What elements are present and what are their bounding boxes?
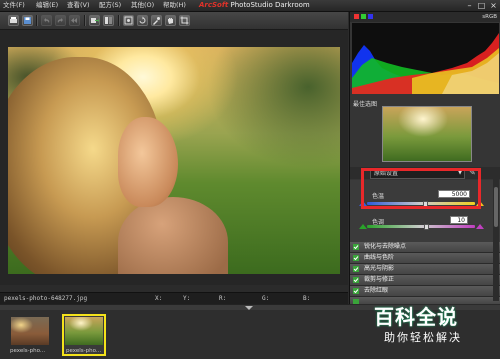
check-icon[interactable] [353, 288, 359, 294]
section-curves-levels[interactable]: 曲线与色阶 ↶ [350, 253, 500, 264]
image-canvas[interactable] [0, 30, 348, 285]
save-icon[interactable] [22, 15, 33, 26]
undo-icon[interactable] [41, 15, 52, 26]
right-panel: sRGB 最佳选图 原始设置 ▼ ✎ 色温 5000 色调 10 锐化与去除噪点… [349, 12, 500, 305]
section-label: 裁剪与修正 [364, 276, 395, 283]
menu-recipe[interactable]: 配方(S) [99, 0, 121, 11]
section-label: 锐化与去除噪点 [364, 243, 407, 250]
color-space-label: sRGB [482, 14, 497, 20]
toolbar [0, 12, 348, 30]
status-filename: pexels-photo-648277.jpg [4, 295, 88, 302]
toolbar-divider [84, 15, 86, 26]
undo-all-icon[interactable] [69, 15, 80, 26]
eyedropper-icon[interactable] [151, 15, 162, 26]
app-brand: ArcSoft [199, 1, 229, 9]
menu-edit[interactable]: 编辑(E) [36, 0, 58, 11]
check-icon[interactable] [353, 244, 359, 250]
histogram-graph [352, 33, 499, 94]
filmstrip-thumb[interactable]: pexels-pho... [8, 314, 52, 356]
section-label: 去除红眼 [364, 287, 389, 294]
section-label: 高光与阴影 [364, 265, 395, 272]
minimize-button[interactable]: – [465, 1, 474, 10]
photo-face-region [118, 117, 178, 207]
main-photo [8, 47, 340, 274]
check-icon[interactable] [353, 277, 359, 283]
toolbar-divider [118, 15, 120, 26]
navigator-image [383, 107, 471, 161]
channel-blue-icon[interactable] [368, 14, 373, 19]
filmstrip-thumb-selected[interactable]: pexels-pho... [62, 314, 106, 356]
histogram [352, 23, 499, 94]
redo-icon[interactable] [55, 15, 66, 26]
compare-icon[interactable] [103, 15, 114, 26]
tint-slider-thumb[interactable] [423, 224, 429, 230]
thumb-caption: pexels-pho... [10, 348, 46, 354]
histogram-header: sRGB [350, 12, 500, 22]
export-icon[interactable] [89, 15, 100, 26]
panel-scrollbar[interactable] [493, 167, 499, 301]
print-icon[interactable] [8, 15, 19, 26]
close-button[interactable]: × [489, 1, 498, 10]
status-g: G: [262, 295, 270, 302]
menu-other[interactable]: 其他(O) [131, 0, 154, 11]
crop-icon[interactable] [179, 15, 190, 26]
status-bar: pexels-photo-648277.jpg X: Y: R: G: B: [0, 292, 348, 304]
check-icon[interactable] [353, 266, 359, 272]
check-icon[interactable] [353, 299, 359, 304]
toolbar-divider [36, 15, 38, 26]
app-title: ArcSoft PhotoStudio Darkroom [199, 0, 310, 11]
section-highlights-shadows[interactable]: 高光与阴影 ↶ [350, 264, 500, 275]
section-crop-correct[interactable]: 裁剪与修正 ↶ [350, 275, 500, 286]
navigator-thumbnail[interactable] [382, 106, 472, 162]
thumb-image [65, 317, 103, 345]
menu-view[interactable]: 查看(V) [67, 0, 90, 11]
tint-value-input[interactable]: 10 [450, 216, 468, 224]
section-label: 曲线与色阶 [364, 254, 395, 261]
highlight-annotation [361, 168, 481, 209]
magenta-tint-icon [476, 224, 484, 229]
menu-help[interactable]: 帮助(H) [163, 0, 186, 11]
rotate-icon[interactable] [137, 15, 148, 26]
tint-slider[interactable] [367, 225, 475, 228]
check-icon[interactable] [353, 255, 359, 261]
watermark-logo: 百科全说 助你轻松解决 [362, 297, 500, 359]
photo-shoulder-region [118, 197, 228, 274]
thumb-image [11, 317, 49, 345]
channel-red-icon[interactable] [354, 14, 359, 19]
menu-file[interactable]: 文件(F) [3, 0, 25, 11]
thumb-caption: pexels-pho... [66, 348, 102, 354]
app-title-text: PhotoStudio Darkroom [230, 1, 310, 9]
scrollbar-thumb[interactable] [494, 187, 498, 227]
status-y: Y: [183, 295, 191, 302]
status-b: B: [303, 295, 311, 302]
hand-icon[interactable] [165, 15, 176, 26]
channel-green-icon[interactable] [361, 14, 366, 19]
status-r: R: [219, 295, 227, 302]
zoom-fit-icon[interactable] [123, 15, 134, 26]
green-tint-icon [359, 224, 367, 229]
section-sharpen-denoise[interactable]: 锐化与去除噪点 ↶ [350, 242, 500, 253]
section-red-eye[interactable]: 去除红眼 ↶ [350, 286, 500, 297]
maximize-button[interactable]: □ [477, 1, 486, 10]
navigator-label: 最佳选图 [353, 101, 378, 108]
watermark-title: 百科全说 [374, 305, 458, 329]
menu-bar: 文件(F) 编辑(E) 查看(V) 配方(S) 其他(O) 帮助(H) ArcS… [0, 0, 500, 12]
status-x: X: [155, 295, 163, 302]
watermark-subtitle: 助你轻松解决 [384, 331, 462, 344]
